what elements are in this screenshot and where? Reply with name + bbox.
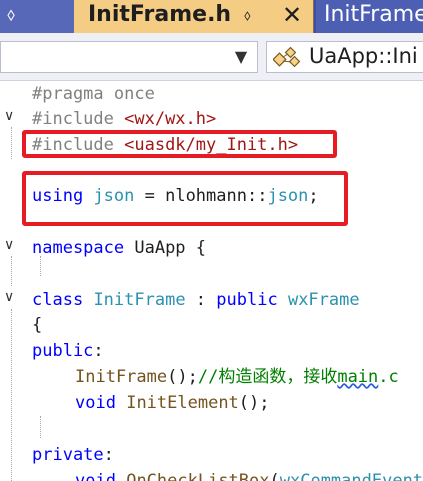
code-token: wxCommandEvent [279,471,423,481]
code-token: OnCheckListBox [126,471,270,481]
code-token: void [75,393,116,413]
project-dropdown[interactable]: ▼ [0,41,258,73]
code-line: #pragma once [32,84,155,104]
code-line: namespace UaApp { [32,236,206,260]
code-token: UaApp { [124,238,207,258]
code-comment: .c [378,367,399,387]
code-line: void OnCheckListBox(wxCommandEvent [75,469,423,481]
tab-initframe-cpp[interactable]: InitFrame [316,0,423,33]
tab-close-icon[interactable]: ✕ [282,1,302,29]
tab-title: InitFrame [324,2,423,27]
code-token: : [93,341,104,361]
code-token: InitElement [126,393,239,413]
highlight-box-include [22,130,337,158]
class-members-icon [273,47,301,68]
fold-collapse-icon[interactable]: ∨ [4,108,14,124]
code-token: #include [32,109,125,129]
code-comment: //构造函数，接收 [197,367,338,387]
code-line: #include <wx/wx.h> [32,107,216,131]
code-token: : [185,290,217,310]
fold-guide [11,256,12,286]
fold-collapse-icon[interactable]: ∨ [4,237,14,253]
code-token: public [32,341,94,361]
code-token: private [32,445,104,465]
tab-initframe-h[interactable]: InitFrame.h ⬨ ✕ [74,0,314,33]
code-token: public [216,290,278,310]
code-editor[interactable]: ∨ ∨ ∨ #pragma once #include <wx/wx.h> #i… [0,81,423,481]
code-line: { [32,315,43,335]
code-token: ( [269,471,280,481]
code-token: namespace [32,238,125,258]
code-token: InitFrame [75,367,168,387]
scope-text: UaApp::Ini [309,44,418,68]
code-token: (); [238,393,270,413]
highlight-box-using [22,171,348,226]
fold-guide [11,309,12,481]
code-line: InitFrame();//构造函数，接收main.c [75,365,399,389]
code-line: void InitElement(); [75,391,270,415]
code-token: (); [167,367,198,387]
tab-pinned-overflow[interactable]: ⬨ [0,0,74,33]
scope-dropdown[interactable]: UaApp::Ini [266,41,423,73]
fold-guide [11,127,12,159]
code-token: InitFrame [93,290,186,310]
code-token: class [32,290,84,310]
fold-collapse-icon[interactable]: ∨ [4,289,14,305]
navigation-bar: ▼ UaApp::Ini [0,33,423,81]
code-token: <wx/wx.h> [124,109,217,129]
pin-icon[interactable]: ⬨ [7,3,15,27]
code-line: class InitFrame : public wxFrame [32,288,360,312]
code-line: public: [32,339,104,363]
chevron-down-icon[interactable]: ▼ [229,44,253,68]
code-token: : [103,445,114,465]
code-line: private: [32,443,114,467]
tab-bar: ⬨ InitFrame.h ⬨ ✕ InitFrame [0,0,423,33]
tab-pin-icon[interactable]: ⬨ [244,6,251,24]
tab-title: InitFrame.h [88,2,232,27]
indent-guide [40,416,41,438]
code-token: void [75,471,116,481]
code-comment-squiggle: main [337,367,379,387]
code-token: wxFrame [287,290,360,310]
